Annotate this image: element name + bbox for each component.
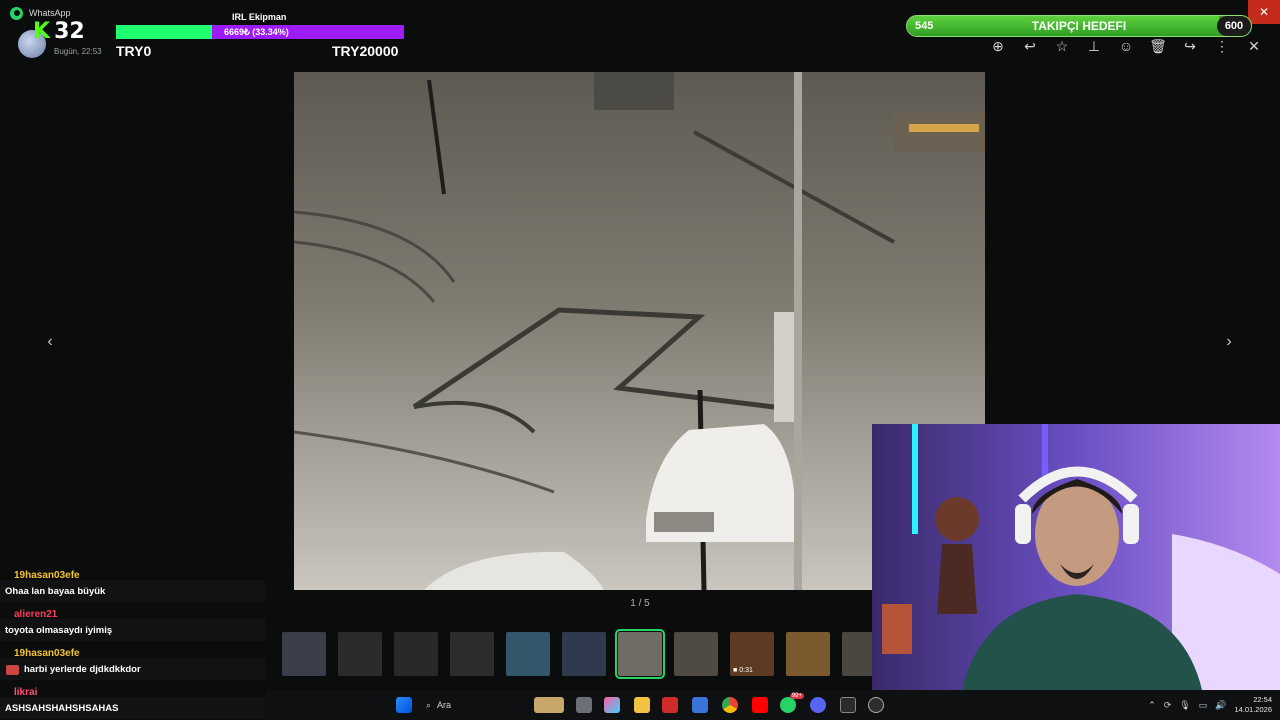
more-options-icon[interactable]: ⋮: [1206, 36, 1238, 56]
thumbnail-video[interactable]: ■ 0:31: [730, 632, 774, 676]
taskbar-search-label: Ara: [437, 700, 452, 710]
taskbar-search[interactable]: ⌕ Ara: [426, 697, 526, 713]
window-close-button[interactable]: ✕: [1248, 0, 1280, 24]
widgets-icon[interactable]: [534, 697, 564, 713]
media-toolbar: ⊕ ↩ ☆ ⊥ ☺ 🗑 ↪ ⋮ ✕: [982, 36, 1270, 56]
capcut-icon[interactable]: [840, 697, 856, 713]
thumbnail-strip: ■ 0:31: [266, 624, 872, 682]
thumbnail-selected[interactable]: [615, 629, 665, 679]
kick-viewer-badge: K 32: [33, 19, 85, 44]
chevron-up-icon[interactable]: ⌃: [1148, 700, 1156, 711]
chat-username: 19hasan03efe: [14, 570, 80, 581]
next-media-button[interactable]: ›: [1219, 332, 1239, 352]
donation-goal-fill: [116, 25, 213, 39]
donation-goal-target: TRY20000: [332, 43, 399, 59]
whatsapp-logo-icon: [10, 6, 23, 20]
kick-logo-icon: K: [33, 19, 51, 44]
windows-taskbar: ⌕ Ara 99+ ⌃ ⟳ 🎙 ▭ 🔊 22:54 14.01.2026: [266, 690, 1280, 720]
clock-date: 14.01.2026: [1234, 705, 1272, 714]
forward-icon[interactable]: ↪: [1174, 36, 1206, 56]
viewer-count: 32: [54, 19, 85, 44]
chat-username: likrai: [14, 687, 38, 698]
pin-icon[interactable]: ⊥: [1078, 36, 1110, 56]
emoji-icon[interactable]: ☺: [1110, 36, 1142, 56]
whatsapp-taskbar-icon[interactable]: 99+: [780, 693, 804, 713]
task-view-icon[interactable]: [576, 697, 592, 713]
close-icon[interactable]: ✕: [1238, 36, 1270, 56]
copilot-icon[interactable]: [604, 697, 620, 713]
donation-goal-bar: 6669₺ (33.34%): [116, 25, 404, 39]
follower-goal-label: TAKIPÇI HEDEFI: [1031, 19, 1127, 33]
follower-goal-bar: 545 TAKIPÇI HEDEFI 600: [906, 15, 1252, 37]
thumbnail[interactable]: [674, 632, 718, 676]
app-title: WhatsApp: [29, 8, 71, 18]
donation-goal-progress: 6669₺ (33.34%): [224, 27, 289, 37]
reply-icon[interactable]: ↩: [1014, 36, 1046, 56]
update-icon[interactable]: ⟳: [1164, 700, 1172, 711]
store-icon[interactable]: [692, 697, 708, 713]
thumbnail[interactable]: [394, 632, 438, 676]
zoom-in-icon[interactable]: ⊕: [982, 36, 1014, 56]
thumbnail[interactable]: [450, 632, 494, 676]
message-time: Bugün, 22:53: [54, 46, 102, 56]
star-icon[interactable]: ☆: [1046, 36, 1078, 56]
chat-text: toyota olmasaydı iyimiş: [5, 625, 113, 636]
media-counter: 1 / 5: [630, 598, 650, 609]
chat-username: 19hasan03efe: [14, 648, 80, 659]
chrome-icon[interactable]: [722, 697, 738, 713]
thumbnail[interactable]: [562, 632, 606, 676]
video-duration: ■ 0:31: [733, 667, 753, 674]
thumbnail[interactable]: [506, 632, 550, 676]
thumbnail[interactable]: [338, 632, 382, 676]
obs-icon[interactable]: [868, 697, 884, 713]
follower-goal-target: 600: [1217, 16, 1251, 36]
search-icon: ⌕: [426, 699, 432, 710]
previous-media-button[interactable]: ‹: [40, 332, 60, 352]
file-explorer-icon[interactable]: [634, 697, 650, 713]
streamer-webcam-image: [872, 424, 1280, 690]
donation-goal-current: TRY0: [116, 43, 152, 59]
thumbnail[interactable]: [842, 632, 872, 676]
system-tray: ⌃ ⟳ 🎙 ▭ 🔊 22:54 14.01.2026: [1148, 690, 1280, 720]
news-app-icon[interactable]: [662, 697, 678, 713]
volume-icon[interactable]: 🔊: [1215, 700, 1226, 711]
network-icon[interactable]: ▭: [1199, 700, 1208, 711]
emote-icon: [6, 665, 19, 675]
video-camera-icon: ■: [733, 667, 738, 674]
delete-icon[interactable]: 🗑: [1142, 36, 1174, 56]
whatsapp-unread-badge: 99+: [789, 693, 804, 699]
microphone-icon[interactable]: 🎙: [1179, 700, 1190, 711]
youtube-icon[interactable]: [752, 697, 768, 713]
chat-text: Ohaa lan bayaa büyük: [5, 586, 106, 597]
chat-username: alieren21: [14, 609, 58, 620]
clock-time: 22:54: [1253, 695, 1272, 704]
windows-start-icon[interactable]: [396, 697, 412, 713]
chat-text: ASHSAHSHAHSHSAHAS: [5, 703, 119, 714]
discord-icon[interactable]: [810, 697, 826, 713]
donation-goal-title: IRL Ekipman: [232, 12, 287, 22]
webcam-feed: [872, 424, 1280, 690]
thumbnail[interactable]: [282, 632, 326, 676]
taskbar-clock[interactable]: 22:54 14.01.2026: [1234, 695, 1272, 715]
chat-text: harbi yerlerde djdkdkkdor: [24, 664, 141, 675]
thumbnail[interactable]: [786, 632, 830, 676]
